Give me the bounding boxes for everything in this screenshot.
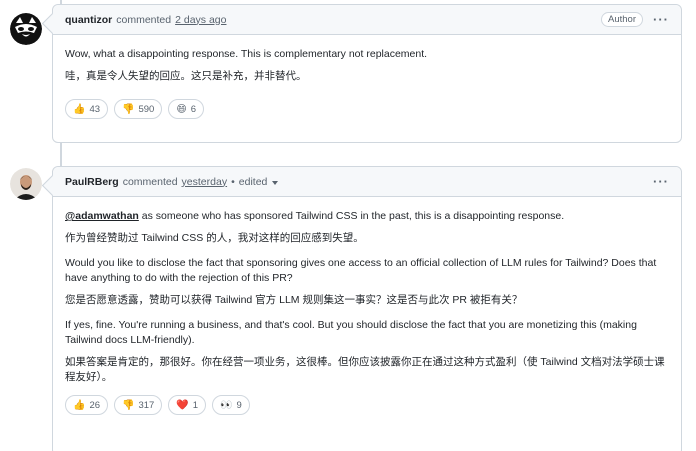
person-avatar-icon: [10, 168, 42, 200]
comment-time[interactable]: yesterday: [182, 176, 228, 188]
reaction-thumbs-down[interactable]: 👎 317: [114, 395, 163, 415]
comment-text: 如果答案是肯定的，那很好。你在经营一项业务，这很棒。但你应该披露你正在通过这种方…: [65, 356, 665, 383]
heart-icon: ❤️: [176, 399, 189, 411]
comment-text: 您是否愿意透露，赞助可以获得 Tailwind 官方 LLM 规则集这一事实？这…: [65, 294, 523, 306]
eyes-icon: 👀: [220, 399, 233, 411]
reaction-count: 26: [89, 399, 101, 411]
author-name[interactable]: PaulRBerg: [65, 176, 119, 188]
thumbs-up-icon: 👍: [73, 103, 86, 115]
raccoon-avatar-icon: [10, 13, 42, 45]
laugh-icon: 😄: [176, 103, 187, 115]
reaction-count: 6: [190, 103, 197, 115]
thumbs-up-icon: 👍: [73, 399, 86, 411]
timeline-line: [60, 143, 62, 167]
comment-action: commented: [122, 175, 178, 188]
reaction-count: 9: [236, 399, 242, 411]
reaction-count: 590: [138, 103, 155, 115]
comment-text-rest: as someone who has sponsored Tailwind CS…: [138, 210, 565, 222]
avatar-paulrberg[interactable]: [10, 168, 42, 200]
separator: •: [231, 175, 235, 188]
reaction-count: 1: [192, 399, 199, 411]
kebab-menu-icon[interactable]: ···: [653, 13, 669, 26]
chevron-down-icon[interactable]: [272, 180, 279, 185]
edited-menu[interactable]: edited: [239, 176, 268, 188]
reactions-bar: 👍 43 👎 590 😄 6: [53, 99, 681, 119]
thumbs-down-icon: 👎: [122, 399, 135, 411]
comment-text: @adamwathan as someone who has sponsored…: [65, 209, 669, 224]
comment-header: quantizor commented 2 days ago Author ··…: [53, 5, 681, 35]
comment-body: @adamwathan as someone who has sponsored…: [53, 197, 681, 385]
thumbs-down-icon: 👎: [122, 103, 135, 115]
comment-thread: quantizor commented 2 days ago Author ··…: [0, 0, 696, 451]
reaction-laugh[interactable]: 😄 6: [168, 99, 205, 119]
reactions-bar: 👍 26 👎 317 ❤️ 1 👀 9: [53, 395, 681, 415]
comment-text: 作为曾经赞助过 Tailwind CSS 的人，我对这样的回应感到失望。: [65, 232, 364, 244]
comment-text: Wow, what a disappointing response. This…: [65, 48, 428, 60]
reaction-thumbs-up[interactable]: 👍 26: [65, 395, 109, 415]
comment-body: Wow, what a disappointing response. This…: [53, 35, 681, 84]
comment-time[interactable]: 2 days ago: [175, 14, 226, 26]
reaction-count: 317: [138, 399, 155, 411]
user-mention-link[interactable]: @adamwathan: [65, 210, 139, 222]
author-name[interactable]: quantizor: [65, 14, 112, 26]
comment-card: quantizor commented 2 days ago Author ··…: [52, 4, 682, 143]
avatar-quantizor[interactable]: [10, 13, 42, 45]
reaction-thumbs-down[interactable]: 👎 590: [114, 99, 163, 119]
comment-text: 哇，真是令人失望的回应。这只是补充，并非替代。: [65, 70, 307, 82]
comment-text: If yes, fine. You're running a business,…: [65, 319, 637, 346]
comment-card: PaulRBerg commented yesterday • edited ·…: [52, 166, 682, 451]
reaction-count: 43: [89, 103, 101, 115]
comment-header: PaulRBerg commented yesterday • edited ·…: [53, 167, 681, 197]
reaction-heart[interactable]: ❤️ 1: [168, 395, 207, 415]
reaction-thumbs-up[interactable]: 👍 43: [65, 99, 109, 119]
author-badge: Author: [601, 12, 643, 27]
comment-action: commented: [116, 13, 172, 26]
kebab-menu-icon[interactable]: ···: [653, 175, 669, 188]
reaction-eyes[interactable]: 👀 9: [212, 395, 250, 415]
comment-text: Would you like to disclose the fact that…: [65, 257, 657, 284]
